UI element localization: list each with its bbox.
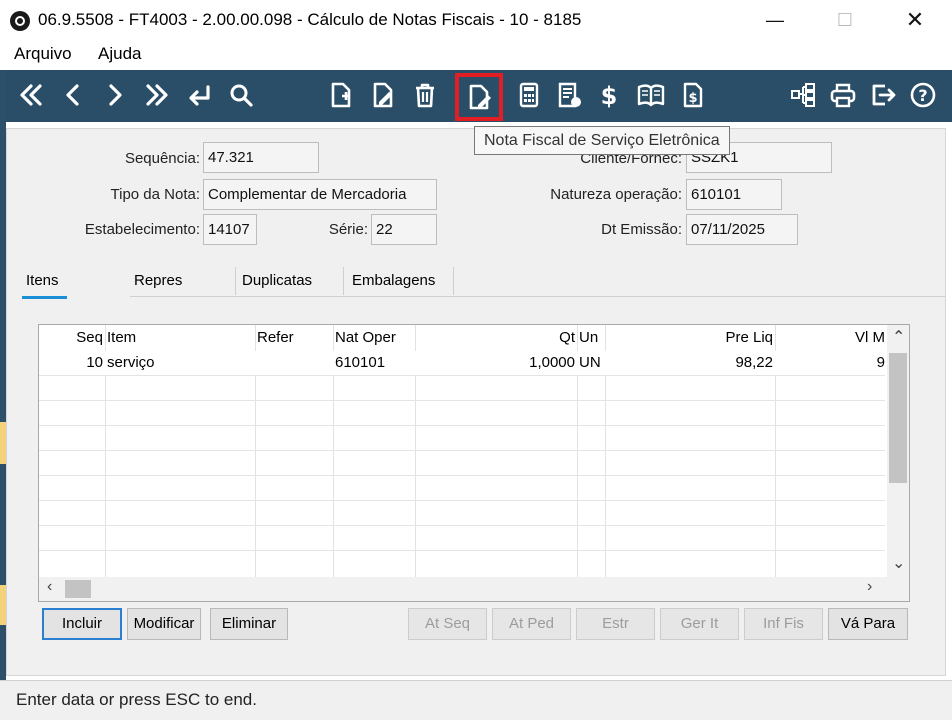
new-document-icon[interactable] xyxy=(324,78,358,112)
dollar-icon[interactable]: $ xyxy=(592,78,626,112)
menu-bar: Arquivo Ajuda xyxy=(0,40,952,70)
first-icon[interactable] xyxy=(14,78,48,112)
table-row[interactable]: 10 serviço 610101 1,0000 UN 98,22 9 xyxy=(39,351,885,376)
status-text: Enter data or press ESC to end. xyxy=(16,690,257,709)
tab-underline xyxy=(130,296,946,297)
estabelecimento-label: Estabelecimento: xyxy=(84,221,200,238)
table-row[interactable] xyxy=(39,451,885,476)
cell-vl-m: 9 xyxy=(876,354,885,371)
cell-seq: 10 xyxy=(86,354,103,371)
at-ped-button[interactable]: At Ped xyxy=(492,608,571,640)
col-un-header[interactable]: Un xyxy=(579,329,598,346)
tree-icon[interactable] xyxy=(786,78,820,112)
trash-icon[interactable] xyxy=(408,78,442,112)
vertical-scroll-thumb[interactable] xyxy=(889,353,907,483)
eliminar-button[interactable]: Eliminar xyxy=(210,608,288,640)
search-icon[interactable] xyxy=(224,78,258,112)
dt-emissao-field[interactable]: 07/11/2025 xyxy=(686,214,798,245)
exit-icon[interactable] xyxy=(866,78,900,112)
estabelecimento-field[interactable]: 14107 xyxy=(203,214,257,245)
dt-emissao-label: Dt Emissão: xyxy=(601,221,682,238)
cell-nat-oper: 610101 xyxy=(335,354,386,371)
cell-item: serviço xyxy=(107,354,155,371)
at-seq-button[interactable]: At Seq xyxy=(408,608,487,640)
list-document-icon[interactable] xyxy=(552,78,586,112)
scroll-down-icon[interactable]: ⌄ xyxy=(892,553,905,573)
modificar-button[interactable]: Modificar xyxy=(127,608,201,640)
natureza-operacao-label: Natureza operação: xyxy=(550,186,682,203)
tipo-nota-label: Tipo da Nota: xyxy=(110,186,201,203)
ger-it-button[interactable]: Ger It xyxy=(660,608,739,640)
toolbar-tooltip: Nota Fiscal de Serviço Eletrônica xyxy=(474,126,730,155)
serie-label: Série: xyxy=(328,221,368,238)
va-para-button[interactable]: Vá Para xyxy=(828,608,908,640)
toolbar: $ $ ? xyxy=(6,70,952,122)
col-nat-oper-header[interactable]: Nat Oper xyxy=(335,329,396,346)
table-row[interactable] xyxy=(39,501,885,526)
window-title: 06.9.5508 - FT4003 - 2.00.00.098 - Cálcu… xyxy=(38,10,582,29)
col-pre-liq-header[interactable]: Pre Liq xyxy=(639,329,773,346)
sequencia-label: Sequência: xyxy=(124,150,200,167)
estr-button[interactable]: Estr xyxy=(576,608,655,640)
cell-pre-liq: 98,22 xyxy=(735,354,773,371)
col-refer-header[interactable]: Refer xyxy=(257,329,294,346)
table-row[interactable] xyxy=(39,476,885,501)
col-vl-m-header[interactable]: Vl M xyxy=(799,329,885,346)
tab-repres[interactable]: Repres xyxy=(134,265,182,297)
items-grid[interactable]: Seq Item Refer Nat Oper Qt Un Pre Liq Vl… xyxy=(38,324,910,602)
tab-itens[interactable]: Itens xyxy=(22,265,66,299)
tab-bar: Itens Repres Duplicatas Embalagens xyxy=(6,265,946,299)
next-icon[interactable] xyxy=(98,78,132,112)
incluir-button[interactable]: Incluir xyxy=(42,608,122,640)
menu-ajuda[interactable]: Ajuda xyxy=(98,44,141,64)
main-window: 06.9.5508 - FT4003 - 2.00.00.098 - Cálcu… xyxy=(0,0,952,720)
inf-fis-button[interactable]: Inf Fis xyxy=(744,608,823,640)
edit-document-icon[interactable] xyxy=(366,78,400,112)
table-row[interactable] xyxy=(39,526,885,551)
natureza-operacao-field[interactable]: 610101 xyxy=(686,179,782,210)
scroll-up-icon[interactable]: ⌃ xyxy=(892,327,905,347)
book-icon[interactable] xyxy=(634,78,668,112)
tab-duplicatas[interactable]: Duplicatas xyxy=(242,265,312,297)
svg-text:?: ? xyxy=(918,86,927,105)
app-logo-icon xyxy=(10,11,30,31)
svg-text:$: $ xyxy=(601,82,618,109)
tab-embalagens[interactable]: Embalagens xyxy=(352,265,435,297)
serie-field[interactable]: 22 xyxy=(371,214,437,245)
tipo-nota-field[interactable]: Complementar de Mercadoria xyxy=(203,179,437,210)
vertical-scrollbar[interactable]: ⌃ ⌄ xyxy=(887,325,909,577)
horizontal-scrollbar[interactable]: ‹ › xyxy=(39,577,909,601)
maximize-button[interactable]: ☐ xyxy=(822,6,868,34)
nfse-document-icon[interactable] xyxy=(455,73,503,121)
calculator-icon[interactable] xyxy=(512,78,546,112)
menu-arquivo[interactable]: Arquivo xyxy=(14,44,72,64)
scroll-right-icon[interactable]: › xyxy=(867,578,872,596)
scroll-left-icon[interactable]: ‹ xyxy=(47,578,52,596)
svg-text:$: $ xyxy=(688,91,697,106)
sequencia-field[interactable]: 47.321 xyxy=(203,142,319,173)
money-document-icon[interactable]: $ xyxy=(676,78,710,112)
status-bar: Enter data or press ESC to end. xyxy=(0,680,952,720)
return-icon[interactable] xyxy=(182,78,216,112)
col-seq-header[interactable]: Seq xyxy=(43,329,103,346)
cell-un: UN xyxy=(579,354,601,371)
grid-header: Seq Item Refer Nat Oper Qt Un Pre Liq Vl… xyxy=(39,325,885,351)
col-item-header[interactable]: Item xyxy=(107,329,136,346)
col-qt-header[interactable]: Qt xyxy=(479,329,575,346)
horizontal-scroll-thumb[interactable] xyxy=(65,580,91,598)
table-row[interactable] xyxy=(39,551,885,576)
print-icon[interactable] xyxy=(826,78,860,112)
table-row[interactable] xyxy=(39,426,885,451)
table-row[interactable] xyxy=(39,401,885,426)
last-icon[interactable] xyxy=(140,78,174,112)
help-icon[interactable]: ? xyxy=(906,78,940,112)
cell-qt: 1,0000 xyxy=(529,354,575,371)
previous-icon[interactable] xyxy=(56,78,90,112)
close-button[interactable]: ✕ xyxy=(892,6,938,34)
minimize-button[interactable]: — xyxy=(752,6,798,34)
table-row[interactable] xyxy=(39,376,885,401)
title-bar: 06.9.5508 - FT4003 - 2.00.00.098 - Cálcu… xyxy=(0,0,952,40)
